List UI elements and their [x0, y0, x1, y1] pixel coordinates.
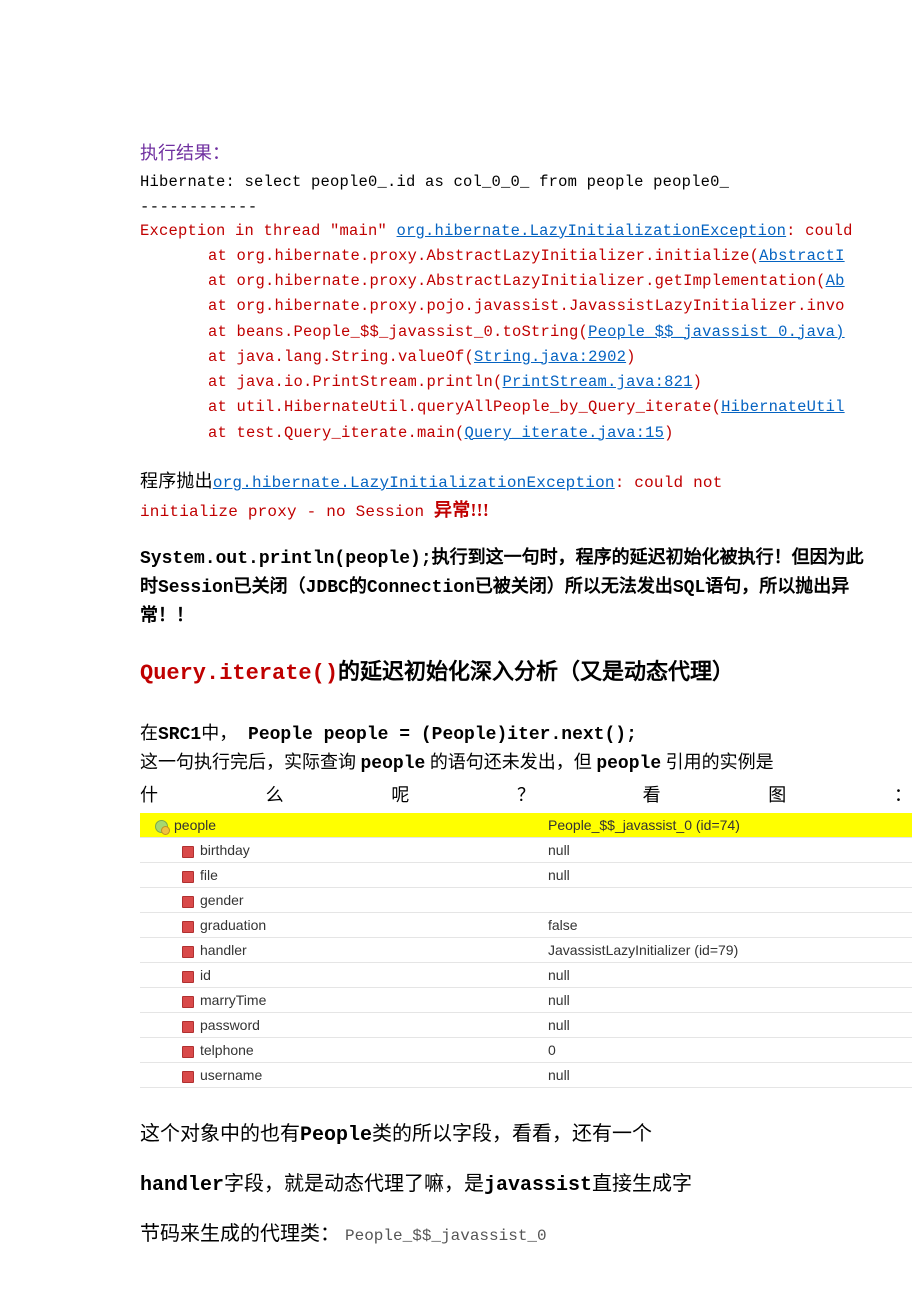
- stack-link[interactable]: People_$$_javassist_0.java): [588, 323, 845, 341]
- sql-line: Hibernate: select people0_.id as col_0_0…: [140, 171, 880, 194]
- table-row: telphone 0: [140, 1038, 912, 1063]
- variable-value: [548, 888, 912, 913]
- stack-link[interactable]: Ab: [826, 272, 845, 290]
- stack-trace: at org.hibernate.proxy.AbstractLazyIniti…: [140, 243, 880, 447]
- stack-link[interactable]: String.java:2902: [474, 348, 626, 366]
- variable-value: null: [548, 1063, 912, 1088]
- table-row: birthday null: [140, 838, 912, 863]
- stack-link[interactable]: Query_iterate.java:15: [465, 424, 665, 442]
- variable-name: graduation: [194, 917, 266, 933]
- table-row: file null: [140, 863, 912, 888]
- table-row: graduation false: [140, 913, 912, 938]
- table-row: password null: [140, 1013, 912, 1038]
- variable-name: id: [194, 967, 211, 983]
- throw-paragraph: 程序抛出org.hibernate.LazyInitializationExce…: [140, 467, 880, 526]
- exception-class-link[interactable]: org.hibernate.LazyInitializationExceptio…: [213, 474, 615, 492]
- field-icon: [182, 971, 194, 983]
- stack-entry: at java.lang.String.valueOf(: [208, 348, 474, 366]
- stack-entry: at util.HibernateUtil.queryAllPeople_by_…: [208, 398, 721, 416]
- field-icon: [182, 946, 194, 958]
- variable-value: JavassistLazyInitializer (id=79): [548, 938, 912, 963]
- throw-tail: 异常!!!: [434, 500, 489, 520]
- spread-text: 什 么 呢 ？ 看 图 ：: [140, 782, 912, 809]
- variable-name: username: [194, 1067, 262, 1083]
- table-row: gender: [140, 888, 912, 913]
- variable-name: marryTime: [194, 992, 266, 1008]
- variable-name: telphone: [194, 1042, 254, 1058]
- stack-entry: at org.hibernate.proxy.pojo.javassist.Ja…: [208, 297, 845, 315]
- exception-class-link[interactable]: org.hibernate.LazyInitializationExceptio…: [397, 222, 787, 240]
- src-paragraph: 在SRC1中， People people = (People)iter.nex…: [140, 720, 880, 778]
- explain-paragraph: System.out.println(people);执行到这一句时，程序的延迟…: [140, 544, 880, 629]
- variable-value: People_$$_javassist_0 (id=74): [548, 813, 912, 838]
- stack-entry: at beans.People_$$_javassist_0.toString(: [208, 323, 588, 341]
- field-icon: [182, 846, 194, 858]
- variable-name: gender: [194, 892, 244, 908]
- table-row: people People_$$_javassist_0 (id=74): [140, 813, 912, 838]
- throw-prefix: 程序抛出: [140, 471, 213, 491]
- exception-line: Exception in thread "main" org.hibernate…: [140, 220, 880, 243]
- field-icon: [182, 1021, 194, 1033]
- stack-entry: at org.hibernate.proxy.AbstractLazyIniti…: [208, 247, 759, 265]
- debug-variables-table: peoplePeople_$$_javassist_0 (id=74)birth…: [140, 813, 912, 1089]
- stack-entry: at java.io.PrintStream.println(: [208, 373, 503, 391]
- stack-link[interactable]: PrintStream.java:821: [503, 373, 693, 391]
- separator-line: ------------: [140, 196, 880, 219]
- console-output-block: Hibernate: select people0_.id as col_0_0…: [140, 171, 880, 447]
- variable-name: handler: [194, 942, 247, 958]
- field-icon: [182, 996, 194, 1008]
- object-icon: [155, 820, 168, 833]
- exception-suffix: : could: [786, 222, 853, 240]
- variable-name: file: [194, 867, 218, 883]
- field-icon: [182, 1071, 194, 1083]
- variable-value: null: [548, 1013, 912, 1038]
- table-row: username null: [140, 1063, 912, 1088]
- table-row: marryTime null: [140, 988, 912, 1013]
- section-heading: Query.iterate()的延迟初始化深入分析（又是动态代理）: [140, 655, 880, 690]
- field-icon: [182, 871, 194, 883]
- table-row: handler JavassistLazyInitializer (id=79): [140, 938, 912, 963]
- stack-link[interactable]: HibernateUtil: [721, 398, 845, 416]
- exception-prefix: Exception in thread "main": [140, 222, 397, 240]
- field-icon: [182, 1046, 194, 1058]
- variable-value: false: [548, 913, 912, 938]
- document-page: 执行结果： Hibernate: select people0_.id as c…: [0, 0, 920, 1302]
- closing-paragraph: 这个对象中的也有People类的所以字段，看看，还有一个 handler字段，就…: [140, 1110, 880, 1258]
- variable-name: password: [194, 1017, 260, 1033]
- variable-value: null: [548, 963, 912, 988]
- field-icon: [182, 896, 194, 908]
- variable-value: null: [548, 863, 912, 888]
- stack-entry: at test.Query_iterate.main(: [208, 424, 465, 442]
- variable-name: birthday: [194, 842, 250, 858]
- variable-value: null: [548, 838, 912, 863]
- variable-name: people: [168, 817, 216, 833]
- field-icon: [182, 921, 194, 933]
- variable-value: 0: [548, 1038, 912, 1063]
- intro-label: 执行结果：: [140, 140, 880, 167]
- proxy-class-name: People_$$_javassist_0: [345, 1227, 547, 1245]
- table-row: id null: [140, 963, 912, 988]
- stack-entry: at org.hibernate.proxy.AbstractLazyIniti…: [208, 272, 826, 290]
- stack-link[interactable]: AbstractI: [759, 247, 845, 265]
- variable-value: null: [548, 988, 912, 1013]
